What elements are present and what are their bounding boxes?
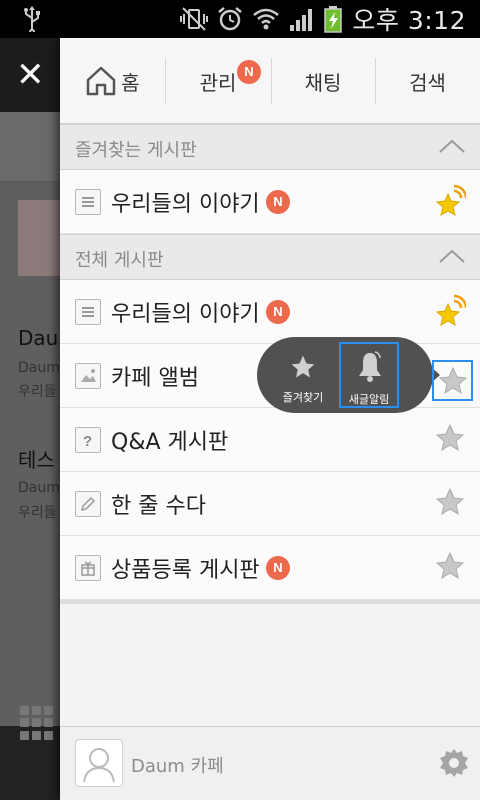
bell-icon [359,351,381,382]
star-icon [438,366,468,395]
board-label: Q&A 게시판 [111,430,229,455]
star-icon[interactable] [434,422,466,454]
favorite-toggle-button[interactable]: 즐겨찾기 [271,337,335,413]
board-label: 한 줄 수다 [111,494,206,519]
qna-board-icon: ? [75,427,101,453]
nav-divider [375,58,376,104]
background-thumbnail [18,200,62,276]
new-post-alert-button[interactable]: 새글알림 [339,342,399,408]
board-label: 우리들의 이야기 [111,192,260,217]
navigation-drawer: 홈 관리 N 채팅 검색 즐겨찾는 게시판 우리들의 이야기 N 전체 게시판 … [60,38,480,800]
gift-board-icon [75,555,101,581]
grid-menu-icon[interactable] [20,706,54,740]
status-bar: 오후 3:12 [0,0,480,38]
nav-home[interactable]: 홈 [60,38,165,124]
background-item-title: 테스 [18,448,55,472]
background-item-sub: 우리들 [18,384,57,400]
background-item-sub: 우리들 [18,505,57,521]
svg-text:?: ? [83,433,92,450]
nav-search[interactable]: 검색 [375,38,480,124]
alarm-icon [218,7,243,31]
cafe-name: Daum 카페 [131,756,224,777]
wifi-icon [253,8,280,30]
star-icon[interactable] [434,550,466,582]
star-alert-active-icon[interactable] [434,294,466,326]
nav-manage[interactable]: 관리 N [165,38,271,124]
all-boards-section-header[interactable]: 전체 게시판 [60,234,480,280]
board-label: 상품등록 게시판 [111,558,260,583]
board-label: 우리들의 이야기 [111,302,260,327]
nav-divider [165,58,166,104]
board-row[interactable]: 우리들의 이야기 N [60,170,480,234]
section-title: 전체 게시판 [75,250,164,271]
board-option-popup: 즐겨찾기 새글알림 [257,337,433,413]
star-toggle-selected[interactable] [432,360,473,401]
background-item-sub: Daum [18,360,60,376]
chevron-up-icon[interactable] [438,137,466,155]
board-row[interactable]: 상품등록 게시판 N [60,536,480,600]
background-item-sub: Daum [18,480,60,496]
nav-chat-label: 채팅 [304,70,342,95]
background-row [0,112,60,182]
status-time: 오후 3:12 [352,6,466,35]
drawer-footer: Daum 카페 [60,726,480,800]
new-badge: N [266,300,290,324]
vibrate-mute-icon [180,7,209,31]
favorite-toggle-label: 즐겨찾기 [282,391,324,404]
album-board-icon [75,363,101,389]
board-row[interactable]: 우리들의 이야기 N [60,280,480,344]
nav-divider [271,58,272,104]
list-end-divider [60,600,480,604]
list-board-icon [75,299,101,325]
favorites-section-header[interactable]: 즐겨찾는 게시판 [60,124,480,170]
star-alert-active-icon[interactable] [434,184,466,216]
home-icon [87,66,116,96]
star-icon [291,355,315,378]
star-icon[interactable] [434,486,466,518]
close-icon[interactable]: ✕ [16,58,46,92]
nav-home-label: 홈 [121,70,140,95]
chevron-up-icon[interactable] [438,247,466,265]
nav-search-label: 검색 [409,70,446,95]
avatar[interactable] [75,739,123,787]
usb-icon [24,6,40,32]
top-nav: 홈 관리 N 채팅 검색 [60,38,480,124]
pencil-board-icon [75,491,101,517]
board-label: 카페 앨범 [111,366,199,391]
new-badge: N [237,60,261,84]
new-badge: N [266,556,290,580]
battery-charging-icon [324,6,343,33]
signal-icon [290,9,313,31]
user-icon [83,748,115,783]
nav-manage-label: 관리 [199,70,237,95]
nav-chat[interactable]: 채팅 [271,38,375,124]
new-post-alert-label: 새글알림 [348,393,390,406]
board-row[interactable]: 한 줄 수다 [60,472,480,536]
board-row[interactable]: ? Q&A 게시판 [60,408,480,472]
gear-icon[interactable] [438,747,470,779]
list-board-icon [75,189,101,215]
new-badge: N [266,190,290,214]
section-title: 즐겨찾는 게시판 [75,140,197,161]
